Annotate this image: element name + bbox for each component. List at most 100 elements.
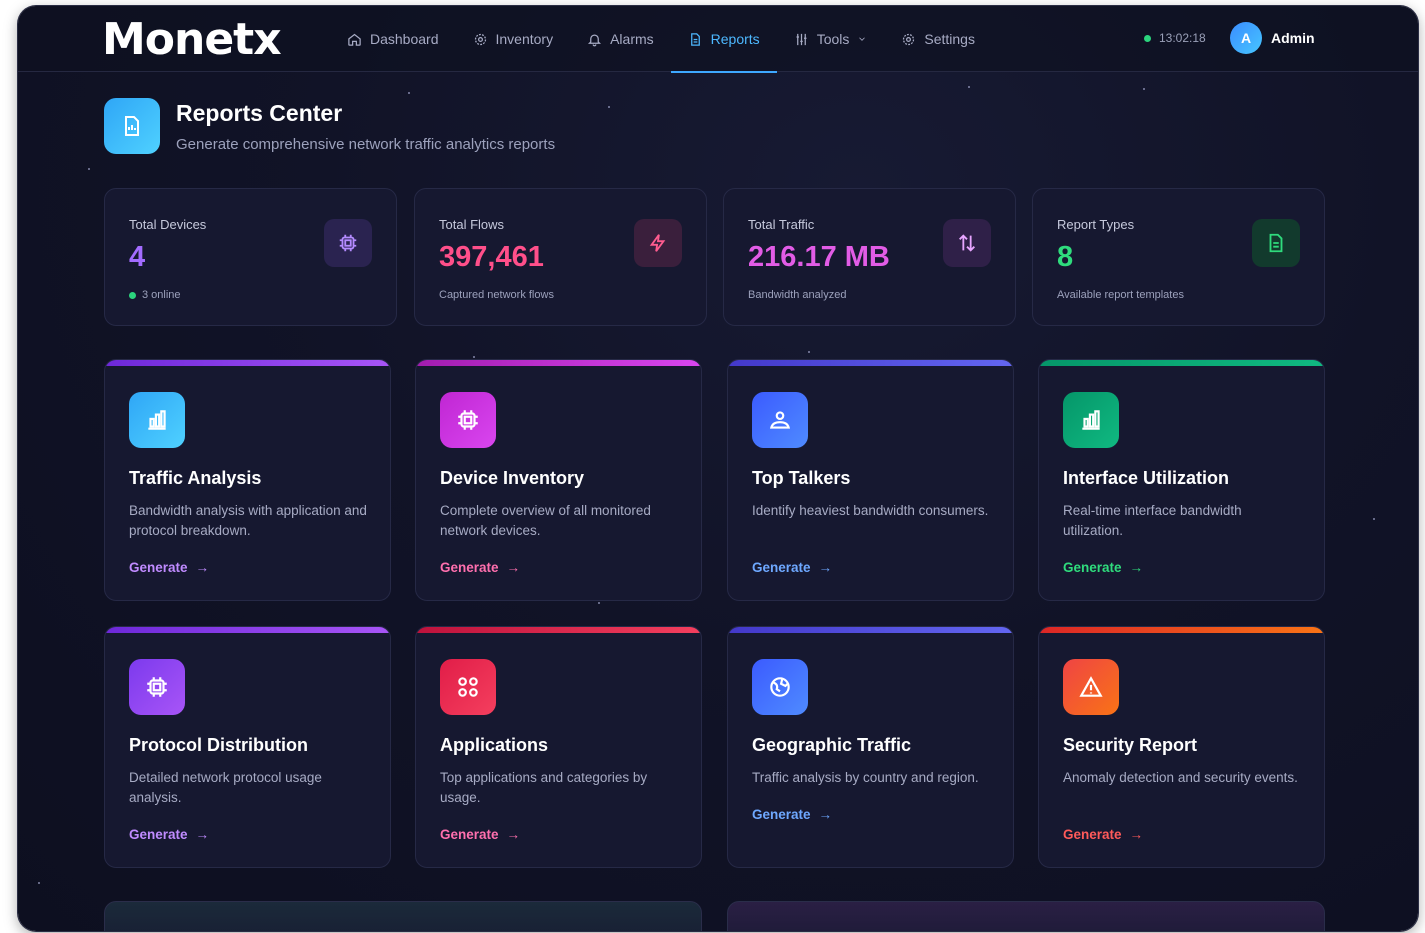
stat-card-total-devices: Total Devices 4 3 online bbox=[104, 188, 397, 326]
avatar[interactable]: A bbox=[1230, 22, 1262, 54]
nav-item-tools[interactable]: Tools bbox=[777, 6, 885, 72]
page-title: Reports Center bbox=[176, 100, 343, 126]
stat-card-total-flows: Total Flows 397,461 Captured network flo… bbox=[414, 188, 707, 326]
status-dot bbox=[1144, 34, 1151, 42]
star-decoration bbox=[968, 86, 970, 88]
generate-button[interactable]: Generate → bbox=[129, 827, 209, 842]
star-decoration bbox=[38, 882, 40, 884]
generate-button[interactable]: Generate → bbox=[1063, 827, 1143, 842]
card-title: Interface Utilization bbox=[1063, 468, 1230, 488]
stat-note: Available report templates bbox=[1057, 289, 1184, 301]
generate-button[interactable]: Generate → bbox=[440, 827, 520, 842]
star-decoration bbox=[598, 602, 600, 604]
arrow-right-icon: → bbox=[506, 827, 521, 842]
nav-item-inventory[interactable]: Inventory bbox=[456, 6, 571, 72]
document-icon bbox=[125, 116, 139, 136]
stat-value: 397,461 bbox=[439, 241, 544, 273]
card-description: Top applications and categories by usage… bbox=[440, 770, 648, 805]
report-card-interface-utilization[interactable]: Interface Utilization Real-time interfac… bbox=[1038, 359, 1325, 601]
nav-item-settings[interactable]: Settings bbox=[884, 6, 992, 72]
user-menu[interactable]: A Admin bbox=[1230, 22, 1315, 54]
user-name[interactable]: Admin bbox=[1271, 30, 1315, 46]
report-card-applications[interactable]: Applications Top applications and catego… bbox=[415, 626, 702, 868]
nav-label: Dashboard bbox=[370, 31, 439, 47]
card-accent-bar bbox=[728, 627, 1013, 633]
stat-label: Total Flows bbox=[439, 217, 505, 232]
generate-label: Generate bbox=[440, 560, 499, 575]
file-icon bbox=[1252, 219, 1300, 267]
nav-label: Inventory bbox=[495, 31, 554, 47]
globe-icon bbox=[752, 659, 808, 715]
star-decoration bbox=[1143, 88, 1145, 90]
nav-item-reports[interactable]: Reports bbox=[670, 6, 777, 73]
arrow-right-icon: → bbox=[818, 807, 833, 822]
lightning-icon bbox=[634, 219, 682, 267]
generate-label: Generate bbox=[1063, 560, 1122, 575]
card-accent-bar bbox=[1039, 627, 1324, 633]
bottom-panel-left bbox=[104, 901, 702, 931]
stat-note: Captured network flows bbox=[439, 289, 554, 301]
monetx-logo[interactable]: Monetx bbox=[102, 14, 282, 65]
report-card-security-report[interactable]: Security Report Anomaly detection and se… bbox=[1038, 626, 1325, 868]
card-title: Device Inventory bbox=[440, 468, 585, 488]
card-title: Traffic Analysis bbox=[129, 468, 262, 488]
users-icon bbox=[752, 392, 808, 448]
report-card-traffic-analysis[interactable]: Traffic Analysis Bandwidth analysis with… bbox=[104, 359, 391, 601]
arrow-right-icon: → bbox=[818, 560, 833, 575]
stat-note-text: 3 online bbox=[142, 289, 181, 301]
card-description: Complete overview of all monitored netwo… bbox=[440, 503, 651, 538]
card-description: Identify heaviest bandwidth consumers. bbox=[752, 503, 989, 518]
generate-label: Generate bbox=[129, 560, 188, 575]
nav-label: Alarms bbox=[610, 31, 654, 47]
stat-value: 8 bbox=[1057, 241, 1074, 273]
generate-button[interactable]: Generate → bbox=[752, 560, 832, 575]
arrow-right-icon: → bbox=[195, 827, 210, 842]
bar-chart-icon bbox=[129, 392, 185, 448]
card-description: Real-time interface bandwidth utilizatio… bbox=[1063, 503, 1242, 538]
grid-icon bbox=[440, 659, 496, 715]
card-accent-bar bbox=[1039, 360, 1324, 366]
generate-label: Generate bbox=[1063, 827, 1122, 842]
nav-label: Reports bbox=[710, 31, 760, 47]
stat-note-text: Captured network flows bbox=[439, 289, 554, 301]
card-title: Geographic Traffic bbox=[752, 735, 912, 755]
card-title: Applications bbox=[440, 735, 549, 755]
nav-item-dashboard[interactable]: Dashboard bbox=[330, 6, 456, 72]
clock-time: 13:02:18 bbox=[1159, 31, 1206, 45]
card-title: Security Report bbox=[1063, 735, 1198, 755]
home-icon bbox=[348, 33, 361, 46]
report-card-device-inventory[interactable]: Device Inventory Complete overview of al… bbox=[415, 359, 702, 601]
card-accent-bar bbox=[416, 360, 701, 366]
arrows-updown-icon bbox=[943, 219, 991, 267]
generate-label: Generate bbox=[752, 560, 811, 575]
card-title: Protocol Distribution bbox=[129, 735, 308, 755]
report-card-protocol-distribution[interactable]: Protocol Distribution Detailed network p… bbox=[104, 626, 391, 868]
generate-label: Generate bbox=[752, 807, 811, 822]
document-icon bbox=[690, 32, 700, 46]
settings-icon bbox=[903, 33, 915, 45]
generate-button[interactable]: Generate → bbox=[129, 560, 209, 575]
stat-note-text: Available report templates bbox=[1057, 289, 1184, 301]
top-navbar: Monetx Dashboard Inventory Alarms Report… bbox=[18, 6, 1418, 73]
arrow-right-icon: → bbox=[1129, 827, 1144, 842]
arrow-right-icon: → bbox=[506, 560, 521, 575]
warning-icon bbox=[1063, 659, 1119, 715]
star-decoration bbox=[608, 106, 610, 108]
report-card-top-talkers[interactable]: Top Talkers Identify heaviest bandwidth … bbox=[727, 359, 1014, 601]
generate-button[interactable]: Generate → bbox=[440, 560, 520, 575]
chip-icon bbox=[440, 392, 496, 448]
report-card-geographic-traffic[interactable]: Geographic Traffic Traffic analysis by c… bbox=[727, 626, 1014, 868]
gear-icon bbox=[474, 33, 486, 45]
stat-label: Report Types bbox=[1057, 217, 1135, 232]
generate-label: Generate bbox=[129, 827, 188, 842]
stat-note: Bandwidth analyzed bbox=[748, 289, 846, 301]
chip-icon bbox=[324, 219, 372, 267]
generate-button[interactable]: Generate → bbox=[752, 807, 832, 822]
card-accent-bar bbox=[105, 360, 390, 366]
arrow-right-icon: → bbox=[195, 560, 210, 575]
nav-item-alarms[interactable]: Alarms bbox=[570, 6, 671, 72]
page-subtitle: Generate comprehensive network traffic a… bbox=[176, 136, 556, 153]
generate-button[interactable]: Generate → bbox=[1063, 560, 1143, 575]
star-decoration bbox=[808, 351, 810, 353]
reports-header-icon bbox=[104, 98, 160, 154]
